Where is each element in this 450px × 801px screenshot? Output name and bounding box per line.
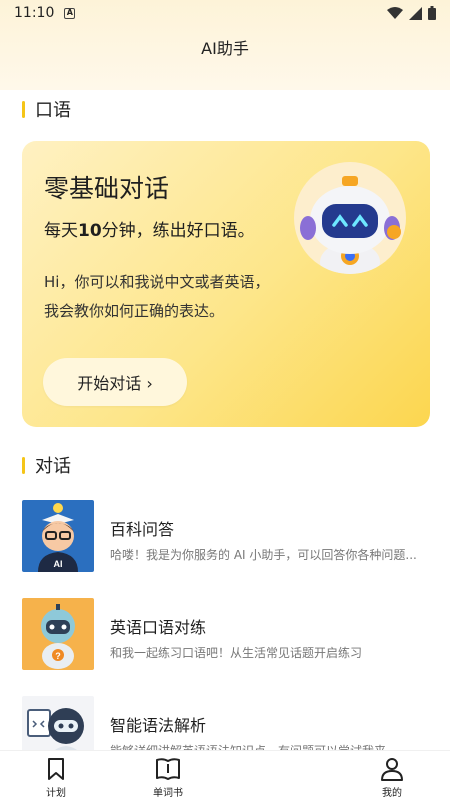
section-accent-bar (22, 100, 25, 118)
list-item-desc: 哈喽！我是为你服务的 AI 小助手，可以回答你各种问题... (110, 548, 417, 562)
wifi-icon (387, 6, 403, 19)
robot-icon (300, 176, 401, 274)
oral-practice-thumbnail: ? (22, 598, 94, 670)
hero-card[interactable]: 零基础对话 每天10分钟，练出好口语。 Hi，你可以和我说中文或者英语，我会教你… (22, 141, 430, 427)
section-title-dialog: 对话 (22, 452, 71, 478)
app-title: AI助手 (201, 39, 249, 58)
list-item-encyclopedia[interactable]: AI 百科问答 哈喽！我是为你服务的 AI 小助手，可以回答你各种问题... (22, 500, 432, 574)
bookmark-icon (48, 758, 64, 780)
hero-title: 零基础对话 (44, 174, 170, 203)
status-icons (387, 6, 436, 20)
list-item-oral-practice[interactable]: ? 英语口语对练 和我一起练习口语吧！从生活常见话题开启练习 (22, 598, 432, 672)
nav-item-label: 计划 (46, 788, 66, 799)
list-item-desc: 和我一起练习口语吧！从生活常见话题开启练习 (110, 646, 363, 660)
hero-sub-bold: 10 (78, 221, 102, 241)
bottom-nav: 计划 单词书 我的 (0, 750, 450, 801)
nav-item-plan[interactable]: 计划 (26, 757, 86, 799)
person-icon (381, 758, 403, 781)
nav-item-label: 单词书 (153, 788, 183, 799)
section-accent-bar (22, 456, 25, 474)
book-icon (156, 758, 180, 780)
hero-subtitle: 每天10分钟，练出好口语。 (44, 216, 255, 241)
encyclopedia-thumbnail: AI (22, 500, 94, 572)
signal-icon (409, 6, 422, 20)
nav-item-label: 我的 (382, 788, 402, 799)
notification-a-icon: A (64, 7, 76, 19)
status-bar: 11:10 A (0, 0, 450, 26)
status-time: 11:10 (14, 5, 55, 21)
section-title-oral: 口语 (22, 96, 71, 122)
hero-sub-prefix: 每天 (44, 221, 78, 241)
nav-item-mine[interactable]: 我的 (362, 757, 422, 799)
section-title-text: 口语 (35, 100, 71, 121)
section-title-text: 对话 (35, 456, 71, 477)
thumbnail-question-label: ? (55, 651, 61, 661)
list-item-title: 百科问答 (110, 520, 175, 539)
battery-icon (428, 6, 436, 20)
nav-item-wordbook[interactable]: 单词书 (138, 757, 198, 799)
thumbnail-ai-label: AI (54, 559, 63, 569)
list-item-title: 智能语法解析 (110, 716, 207, 735)
start-dialog-button[interactable]: 开始对话 › (43, 358, 187, 406)
robot-illustration (294, 162, 406, 274)
hero-sub-suffix: 分钟，练出好口语。 (101, 221, 255, 241)
list-item-title: 英语口语对练 (110, 618, 207, 637)
hero-description: Hi，你可以和我说中文或者英语，我会教你如何正确的表达。 (44, 273, 270, 320)
